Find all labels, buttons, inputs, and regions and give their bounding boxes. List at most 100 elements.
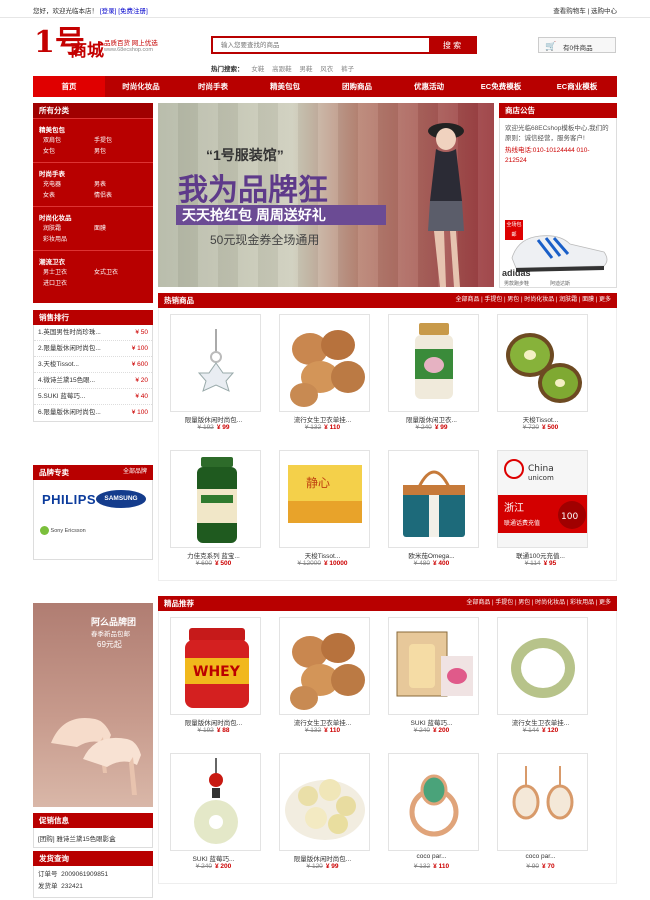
hot-link[interactable]: 面膜 bbox=[582, 297, 594, 303]
category-item[interactable]: 进口卫衣 bbox=[43, 279, 94, 290]
product-card[interactable]: 流行女生卫衣单挂... ¥ 132 ¥ 110 bbox=[268, 611, 377, 747]
all-brands-link[interactable]: 全部品牌 bbox=[123, 465, 147, 480]
category-item[interactable]: 女式卫衣 bbox=[94, 268, 145, 279]
product-name[interactable]: 限量版休闲时尚包... bbox=[159, 414, 268, 424]
product-card[interactable]: 力佳克系列 蓝宝... ¥ 600 ¥ 500 bbox=[159, 444, 268, 580]
hot-search-item[interactable]: 高跟鞋 bbox=[272, 66, 292, 73]
featured-link[interactable]: 时尚化妆品 bbox=[535, 600, 565, 606]
nav-promotions[interactable]: 优惠活动 bbox=[393, 76, 465, 97]
product-image[interactable] bbox=[497, 753, 588, 851]
product-image[interactable] bbox=[170, 314, 261, 412]
hot-link[interactable]: 男包 bbox=[507, 297, 519, 303]
product-name[interactable]: 天梭Tissot... bbox=[486, 414, 595, 424]
category-item[interactable]: 充电器 bbox=[43, 180, 94, 191]
hot-link[interactable]: 全部商品 bbox=[455, 297, 479, 303]
nav-cosmetics[interactable]: 时尚化妆品 bbox=[105, 76, 177, 97]
hot-search-item[interactable]: 风衣 bbox=[320, 66, 333, 73]
site-logo[interactable]: 1号 商城 品质百货 网上优选 www.68ecshop.com bbox=[34, 28, 184, 68]
category-item[interactable]: 彩妆用品 bbox=[43, 235, 94, 246]
category-group[interactable]: 时尚化妆品 bbox=[33, 206, 153, 224]
product-name[interactable]: coco par... bbox=[377, 853, 486, 860]
hot-search-item[interactable]: 女鞋 bbox=[251, 66, 264, 73]
product-image[interactable] bbox=[279, 753, 370, 851]
product-image[interactable]: 静心 bbox=[279, 450, 370, 548]
featured-link[interactable]: 手提包 bbox=[495, 600, 513, 606]
product-name[interactable]: 流行女生卫衣单挂... bbox=[486, 717, 595, 727]
product-image[interactable] bbox=[388, 753, 479, 851]
product-name[interactable]: 欧米茄Omega... bbox=[377, 550, 486, 560]
category-item[interactable]: 情侣表 bbox=[94, 191, 145, 202]
login-link[interactable]: [登录] bbox=[100, 8, 117, 15]
rank-item[interactable]: 5.SUKI 蓝莓巧... ¥ 40 bbox=[34, 389, 152, 405]
rank-item[interactable]: 6.限量版休闲时尚包... ¥ 100 bbox=[34, 405, 152, 421]
nav-watches[interactable]: 时尚手表 bbox=[177, 76, 249, 97]
rank-item[interactable]: 1.英国男性时尚珍珠... ¥ 50 bbox=[34, 325, 152, 341]
hot-search-item[interactable]: 男鞋 bbox=[299, 66, 312, 73]
category-item[interactable]: 女包 bbox=[43, 147, 94, 158]
category-group[interactable]: 精美包包 bbox=[33, 118, 153, 136]
product-card[interactable]: SUKI 蓝莓巧... ¥ 240 ¥ 200 bbox=[377, 611, 486, 747]
product-card[interactable]: 限量版休闲时尚包... ¥ 192 ¥ 99 bbox=[159, 308, 268, 444]
product-image[interactable] bbox=[497, 314, 588, 412]
product-image[interactable] bbox=[279, 314, 370, 412]
product-card[interactable]: coco par... ¥ 90 ¥ 70 bbox=[486, 747, 595, 883]
product-image[interactable] bbox=[388, 450, 479, 548]
product-image[interactable] bbox=[170, 753, 261, 851]
promo-info-item[interactable]: [团购] 雅诗兰黛15色眼影盒 bbox=[33, 828, 153, 848]
brand-sony-ericsson[interactable]: Sony Ericsson bbox=[40, 526, 86, 535]
hot-link[interactable]: 更多 bbox=[599, 297, 611, 303]
category-item[interactable]: 润肤霜 bbox=[43, 224, 94, 235]
category-item[interactable]: 双肩包 bbox=[43, 136, 94, 147]
product-name[interactable]: coco par... bbox=[486, 853, 595, 860]
product-image[interactable] bbox=[497, 617, 588, 715]
hero-banner[interactable]: “1号服装馆” 我为品牌狂 天天抢红包 周周送好礼 50元现金券全场通用 bbox=[158, 103, 494, 287]
hot-link[interactable]: 润肤霜 bbox=[559, 297, 577, 303]
register-link[interactable]: [免费注册] bbox=[118, 8, 148, 15]
search-button[interactable]: 搜 索 bbox=[429, 38, 475, 52]
featured-link[interactable]: 男包 bbox=[518, 600, 530, 606]
nav-ec-free[interactable]: EC免费模板 bbox=[465, 76, 537, 97]
product-card[interactable]: 限量版休闲时尚包... ¥ 120 ¥ 99 bbox=[268, 747, 377, 883]
user-center-link[interactable]: 选购中心 bbox=[591, 8, 617, 15]
product-image[interactable] bbox=[170, 450, 261, 548]
product-card[interactable]: SUKI 蓝莓巧... ¥ 240 ¥ 200 bbox=[159, 747, 268, 883]
cart-button[interactable]: 🛒 有0件商品 bbox=[538, 37, 616, 53]
product-image[interactable] bbox=[388, 617, 479, 715]
featured-link[interactable]: 更多 bbox=[599, 600, 611, 606]
search-input[interactable] bbox=[213, 38, 429, 52]
hot-link[interactable]: 时尚化妆品 bbox=[524, 297, 554, 303]
product-name[interactable]: 联通100元充值... bbox=[486, 550, 595, 560]
category-item[interactable]: 女表 bbox=[43, 191, 94, 202]
product-name[interactable]: 天梭Tissot... bbox=[268, 550, 377, 560]
category-group[interactable]: 时尚手表 bbox=[33, 162, 153, 180]
product-card[interactable]: 限量版休闲卫衣... ¥ 240 ¥ 99 bbox=[377, 308, 486, 444]
nav-ec-commercial[interactable]: EC商业模板 bbox=[541, 76, 613, 97]
product-name[interactable]: 限量版休闲时尚包... bbox=[159, 717, 268, 727]
nav-group-buy[interactable]: 团购商品 bbox=[321, 76, 393, 97]
product-name[interactable]: SUKI 蓝莓巧... bbox=[159, 853, 268, 863]
product-card[interactable]: 流行女生卫衣单挂... ¥ 132 ¥ 110 bbox=[268, 308, 377, 444]
product-image[interactable]: China unicom 浙江 联通话费充值 100 bbox=[497, 450, 588, 548]
product-image[interactable] bbox=[279, 617, 370, 715]
product-image[interactable] bbox=[388, 314, 479, 412]
rank-item[interactable]: 3.天梭Tissot... ¥ 600 bbox=[34, 357, 152, 373]
product-card[interactable]: 天梭Tissot... ¥ 720 ¥ 500 bbox=[486, 308, 595, 444]
category-item[interactable]: 面膜 bbox=[94, 224, 145, 235]
category-item[interactable]: 手提包 bbox=[94, 136, 145, 147]
hot-search-item[interactable]: 裤子 bbox=[341, 66, 354, 73]
brand-samsung[interactable]: SAMSUNG bbox=[96, 490, 146, 508]
product-card[interactable]: coco par... ¥ 132 ¥ 110 bbox=[377, 747, 486, 883]
category-item[interactable]: 男表 bbox=[94, 180, 145, 191]
product-card[interactable]: 欧米茄Omega... ¥ 480 ¥ 400 bbox=[377, 444, 486, 580]
rank-item[interactable]: 2.限量版休闲时尚包... ¥ 100 bbox=[34, 341, 152, 357]
product-name[interactable]: 流行女生卫衣单挂... bbox=[268, 414, 377, 424]
product-name[interactable]: 限量版休闲时尚包... bbox=[268, 853, 377, 863]
product-name[interactable]: SUKI 蓝莓巧... bbox=[377, 717, 486, 727]
product-card[interactable]: China unicom 浙江 联通话费充值 100 联通100元充值... ¥ 114… bbox=[486, 444, 595, 580]
brand-philips[interactable]: PHILIPS bbox=[42, 492, 96, 507]
product-name[interactable]: 力佳克系列 蓝宝... bbox=[159, 550, 268, 560]
product-card[interactable]: 静心 天梭Tissot... ¥ 12000 ¥ 10000 bbox=[268, 444, 377, 580]
product-image[interactable]: WHEY bbox=[170, 617, 261, 715]
category-group[interactable]: 潮流卫衣 bbox=[33, 250, 153, 268]
featured-link[interactable]: 彩妆用品 bbox=[570, 600, 594, 606]
